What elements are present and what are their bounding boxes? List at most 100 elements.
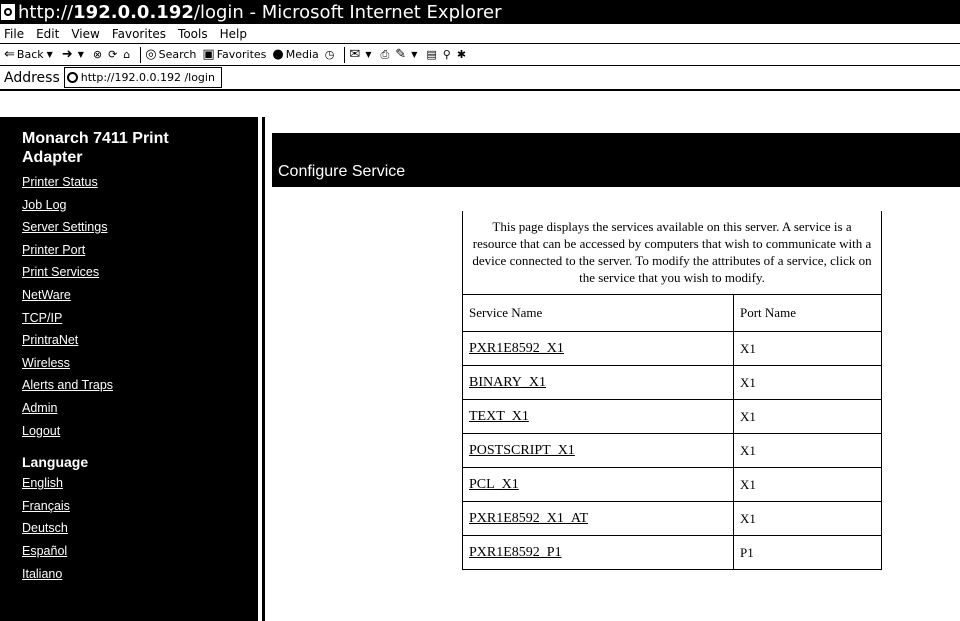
services-intro: This page displays the services availabl… — [462, 211, 882, 295]
window-title-bar: http:// 192.0.0.192 /login - Microsoft I… — [0, 0, 960, 24]
service-link[interactable]: PXR1E8592_X1_AT — [469, 511, 588, 526]
lang-deutsch[interactable]: Deutsch — [22, 517, 258, 540]
window-title-host: 192.0.0.192 — [73, 1, 194, 23]
port-cell: P1 — [733, 535, 882, 570]
window-title-prefix: http:// — [18, 1, 74, 23]
nav-wireless[interactable]: Wireless — [22, 352, 258, 375]
service-link[interactable]: TEXT_X1 — [469, 409, 529, 424]
port-cell: X1 — [733, 365, 882, 400]
edit-icon: ✎ — [395, 47, 407, 62]
favorites-icon: ▣ — [202, 47, 215, 62]
favorites-label: Favorites — [216, 48, 267, 61]
nav-netware[interactable]: NetWare — [22, 284, 258, 307]
forward-arrow-icon: ➜ — [61, 47, 73, 62]
sidebar: Monarch 7411 Print Adapter Printer Statu… — [0, 117, 258, 621]
media-button[interactable]: ● Media — [272, 47, 318, 62]
address-label: Address — [4, 69, 60, 86]
lang-espanol[interactable]: Español — [22, 540, 258, 563]
page-icon — [66, 72, 78, 83]
menu-tools[interactable]: Tools — [178, 27, 208, 41]
column-header-port-name: Port Name — [733, 294, 882, 332]
bluetooth-icon[interactable]: ✱ — [457, 48, 466, 61]
edit-button[interactable]: ✎ ▼ — [395, 47, 420, 62]
service-link[interactable]: BINARY_X1 — [469, 375, 546, 390]
table-row: BINARY_X1 X1 — [462, 365, 882, 400]
table-row: PCL_X1 X1 — [462, 467, 882, 502]
research-icon[interactable]: ⚲ — [443, 48, 451, 61]
refresh-icon[interactable]: ⟳ — [108, 48, 117, 61]
lang-english[interactable]: English — [22, 472, 258, 495]
column-header-service-name: Service Name — [462, 294, 734, 332]
table-row: PXR1E8592_X1 X1 — [462, 331, 882, 366]
service-link[interactable]: PCL_X1 — [469, 477, 519, 492]
language-heading: Language — [22, 454, 89, 471]
page-header: Configure Service — [272, 133, 960, 187]
service-link[interactable]: POSTSCRIPT_X1 — [469, 443, 575, 458]
back-arrow-icon: ⇐ — [4, 47, 15, 62]
browser-app-icon — [1, 4, 15, 20]
frame-divider[interactable] — [262, 117, 265, 621]
favorites-button[interactable]: ▣ Favorites — [202, 47, 266, 62]
lang-francais[interactable]: Français — [22, 495, 258, 518]
chevron-down-icon[interactable]: ▼ — [47, 50, 53, 59]
address-bar: Address http://192.0.0.192 /login — [0, 66, 960, 91]
menu-file[interactable]: File — [4, 27, 24, 41]
port-cell: X1 — [733, 501, 882, 536]
nav-server-settings[interactable]: Server Settings — [22, 216, 258, 239]
print-icon[interactable]: ⎙ — [380, 48, 389, 62]
table-row: TEXT_X1 X1 — [462, 399, 882, 434]
table-row: POSTSCRIPT_X1 X1 — [462, 433, 882, 468]
toolbar-separator — [344, 46, 346, 63]
nav-tcpip[interactable]: TCP/IP — [22, 307, 258, 330]
service-link[interactable]: PXR1E8592_X1 — [469, 341, 564, 356]
chevron-down-icon[interactable]: ▼ — [411, 50, 417, 59]
address-input[interactable]: http://192.0.0.192 /login — [63, 67, 222, 88]
standard-toolbar: ⇐ Back ▼ ➜ ▼ ⊗ ⟳ ⌂ ◎ Search ▣ Favorites … — [0, 44, 960, 66]
menu-bar: File Edit View Favorites Tools Help — [0, 24, 960, 44]
mail-icon: ✉ — [349, 47, 361, 62]
back-button[interactable]: ⇐ Back ▼ — [4, 47, 56, 62]
history-icon[interactable]: ◷ — [325, 48, 335, 61]
nav-printranet[interactable]: PrintraNet — [22, 329, 258, 352]
mail-button[interactable]: ✉ ▼ — [349, 47, 374, 62]
table-header-row: Service Name Port Name — [462, 294, 882, 332]
page-content: Monarch 7411 Print Adapter Printer Statu… — [0, 93, 960, 621]
chevron-down-icon[interactable]: ▼ — [78, 50, 84, 59]
menu-view[interactable]: View — [71, 27, 99, 41]
nav-print-services[interactable]: Print Services — [22, 261, 258, 284]
menu-favorites[interactable]: Favorites — [112, 27, 166, 41]
menu-edit[interactable]: Edit — [36, 27, 59, 41]
search-icon: ◎ — [145, 47, 157, 62]
window-title-suffix: /login - Microsoft Internet Explorer — [193, 1, 502, 23]
forward-button[interactable]: ➜ ▼ — [62, 47, 87, 62]
discuss-icon[interactable]: ▤ — [426, 48, 436, 61]
nav-logout[interactable]: Logout — [22, 420, 258, 443]
table-row: PXR1E8592_P1 P1 — [462, 535, 882, 570]
address-url: http://192.0.0.192 /login — [80, 71, 215, 84]
search-button[interactable]: ◎ Search — [145, 47, 196, 62]
nav-printer-status[interactable]: Printer Status — [22, 171, 258, 194]
lang-italiano[interactable]: Italiano — [22, 563, 258, 586]
home-icon[interactable]: ⌂ — [123, 48, 130, 61]
service-link[interactable]: PXR1E8592_P1 — [469, 545, 562, 560]
nav-printer-port[interactable]: Printer Port — [22, 239, 258, 262]
chevron-down-icon[interactable]: ▼ — [365, 50, 371, 59]
port-cell: X1 — [733, 433, 882, 468]
back-label: Back — [16, 48, 44, 61]
port-cell: X1 — [733, 467, 882, 502]
menu-help[interactable]: Help — [220, 27, 247, 41]
nav-admin[interactable]: Admin — [22, 397, 258, 420]
media-icon: ● — [272, 47, 284, 62]
page-title: Configure Service — [278, 163, 406, 180]
nav-job-log[interactable]: Job Log — [22, 194, 258, 217]
stop-icon[interactable]: ⊗ — [93, 48, 102, 61]
toolbar-separator — [140, 46, 142, 63]
nav-alerts-and-traps[interactable]: Alerts and Traps — [22, 374, 258, 397]
search-label: Search — [158, 48, 197, 61]
port-cell: X1 — [733, 399, 882, 434]
media-label: Media — [285, 48, 319, 61]
services-table: This page displays the services availabl… — [462, 211, 882, 570]
table-row: PXR1E8592_X1_AT X1 — [462, 501, 882, 536]
adapter-brand: Monarch 7411 Print Adapter — [22, 130, 169, 166]
port-cell: X1 — [733, 331, 882, 366]
